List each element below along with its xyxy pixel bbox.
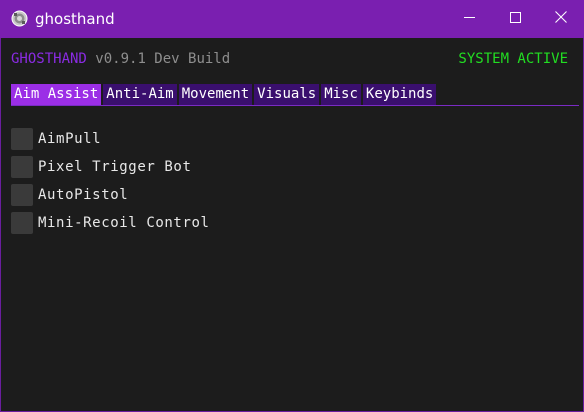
tab-aim-assist[interactable]: Aim Assist <box>11 84 102 105</box>
tab-movement[interactable]: Movement <box>178 84 253 105</box>
option-autopistol: AutoPistol <box>11 181 411 209</box>
minimize-icon <box>463 10 475 28</box>
app-window: ghosthand GHOSTHAND v0.9.1 Dev Build SYS… <box>0 0 584 412</box>
tab-misc[interactable]: Misc <box>321 84 361 105</box>
brand-name: GHOSTHAND <box>11 51 87 67</box>
maximize-icon <box>509 10 521 28</box>
status-indicator: SYSTEM ACTIVE <box>458 51 568 67</box>
app-icon <box>11 10 28 27</box>
option-label: Pixel Trigger Bot <box>38 159 192 175</box>
option-mini-recoil-control: Mini-Recoil Control <box>11 209 411 237</box>
aim-assist-options: AimPull Pixel Trigger Bot AutoPistol Min… <box>11 125 411 237</box>
option-label: AutoPistol <box>38 187 129 203</box>
tab-bar: Aim Assist Anti-Aim Movement Visuals Mis… <box>11 84 437 105</box>
tab-divider <box>11 105 579 106</box>
minimize-button[interactable] <box>446 0 492 38</box>
maximize-button[interactable] <box>492 0 538 38</box>
pixel-trigger-bot-checkbox[interactable] <box>11 156 33 178</box>
option-aimpull: AimPull <box>11 125 411 153</box>
option-label: AimPull <box>38 131 102 147</box>
option-label: Mini-Recoil Control <box>38 215 210 231</box>
aimpull-checkbox[interactable] <box>11 128 33 150</box>
tab-keybinds[interactable]: Keybinds <box>362 84 437 105</box>
autopistol-checkbox[interactable] <box>11 184 33 206</box>
window-title: ghosthand <box>35 10 115 28</box>
version-label: v0.9.1 Dev Build <box>95 51 231 67</box>
mini-recoil-control-checkbox[interactable] <box>11 212 33 234</box>
tab-visuals[interactable]: Visuals <box>254 84 320 105</box>
title-bar[interactable]: ghosthand <box>0 0 584 38</box>
close-icon <box>555 10 567 28</box>
header: GHOSTHAND v0.9.1 Dev Build SYSTEM ACTIVE <box>11 50 571 70</box>
client-area: GHOSTHAND v0.9.1 Dev Build SYSTEM ACTIVE… <box>1 38 583 411</box>
tab-anti-aim[interactable]: Anti-Aim <box>103 84 177 105</box>
close-button[interactable] <box>538 0 584 38</box>
option-pixel-trigger-bot: Pixel Trigger Bot <box>11 153 411 181</box>
